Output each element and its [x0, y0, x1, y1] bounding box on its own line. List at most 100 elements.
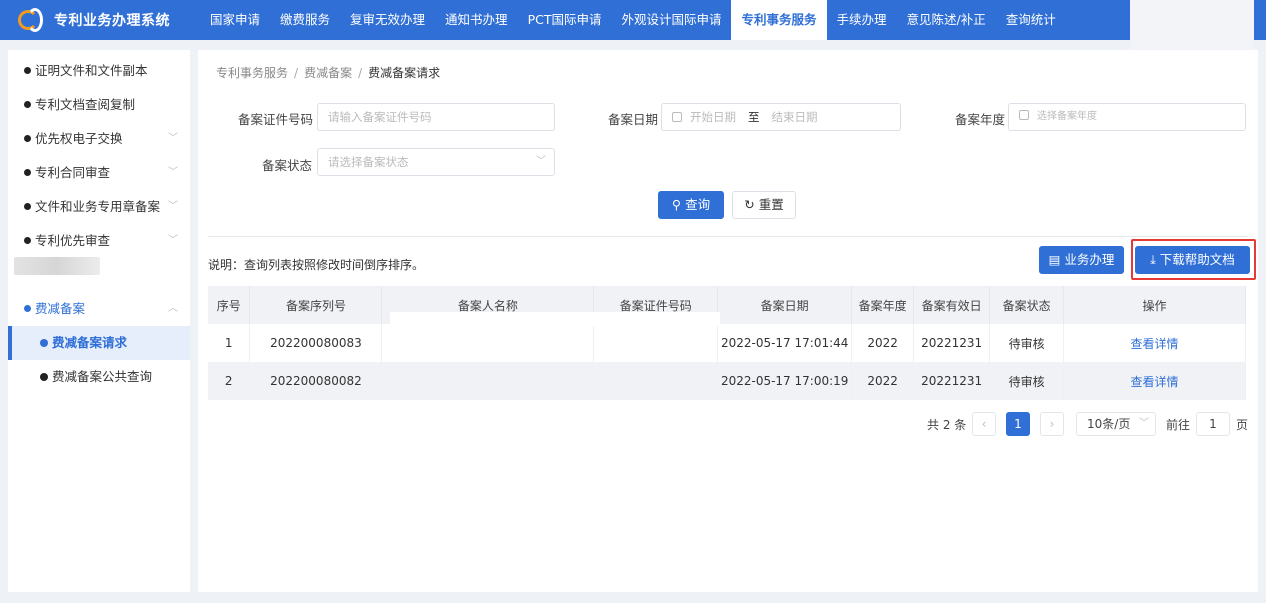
next-page-button[interactable]: › — [1040, 412, 1064, 436]
breadcrumb-level-2[interactable]: 费减备案 — [304, 66, 352, 80]
calendar-icon — [1019, 110, 1029, 120]
cell-name — [381, 324, 595, 362]
document-icon: ▤ — [1048, 252, 1061, 267]
cell-serial: 202200080082 — [249, 362, 383, 400]
view-details-link[interactable]: 查看详情 — [1063, 324, 1246, 362]
chevron-down-icon: ﹀ — [168, 201, 178, 212]
breadcrumb-current: 费减备案请求 — [368, 66, 441, 80]
top-nav-bar: 专利业务办理系统 国家申请 缴费服务 复审无效办理 通知书办理 PCT国际申请 … — [0, 0, 1266, 64]
filing-status-label: 备案状态 — [262, 158, 313, 173]
main-panel: 专利事务服务 / 费减备案 / 费减备案请求 备案证件号码 请输入备案证件号码 备案日期… — [198, 50, 1258, 592]
col-header-index: 序号 — [208, 286, 251, 324]
chevron-right-icon: › — [1049, 417, 1055, 431]
nav-item-pct[interactable]: PCT国际申请 — [518, 0, 612, 40]
cell-serial: 202200080083 — [249, 324, 383, 362]
bullet-icon — [24, 305, 31, 312]
search-icon: ⚲ — [671, 197, 682, 212]
nav-item-query-stats[interactable]: 查询统计 — [996, 0, 1066, 40]
sidebar-subitem-fee-reduction-public-query[interactable]: 费减备案公共查询 — [8, 360, 190, 394]
page-number-button[interactable]: 1 — [1006, 412, 1030, 436]
cell-date: 2022-05-17 17:00:19 — [717, 362, 853, 400]
nav-item-design-intl[interactable]: 外观设计国际申请 — [611, 0, 731, 40]
sidebar-item-priority-exchange[interactable]: 优先权电子交换 ﹀ — [8, 122, 190, 156]
sidebar-subitem-fee-reduction-request[interactable]: 费减备案请求 — [8, 326, 190, 360]
bullet-icon — [24, 67, 31, 74]
chevron-down-icon: ﹀ — [168, 167, 178, 178]
col-header-status: 备案状态 — [989, 286, 1065, 324]
nav-item-notice[interactable]: 通知书办理 — [435, 0, 518, 40]
chevron-down-icon: ﹀ — [536, 156, 546, 167]
col-header-serial: 备案序列号 — [249, 286, 383, 324]
logo-icon — [18, 7, 46, 33]
nav-item-procedures[interactable]: 手续办理 — [827, 0, 897, 40]
cell-name — [381, 362, 595, 400]
chevron-down-icon: ﹀ — [168, 133, 178, 144]
main-nav: 国家申请 缴费服务 复审无效办理 通知书办理 PCT国际申请 外观设计国际申请 … — [200, 0, 1066, 40]
process-business-button[interactable]: ▤ 业务办理 — [1039, 246, 1124, 274]
sidebar-item-certificates[interactable]: 证明文件和文件副本 — [8, 54, 190, 88]
app-title: 专利业务办理系统 — [54, 13, 170, 29]
section-divider — [208, 236, 1248, 237]
nav-item-patent-affairs[interactable]: 专利事务服务 — [731, 0, 827, 40]
table-row: 2 202200080082 2022-05-17 17:00:19 2022 … — [208, 362, 1246, 400]
cell-valid-date: 20221231 — [913, 324, 991, 362]
col-header-valid-date: 备案有效日 — [913, 286, 991, 324]
bullet-icon — [24, 237, 31, 244]
chevron-down-icon: ﹀ — [168, 235, 178, 246]
prev-page-button[interactable]: ‹ — [972, 412, 996, 436]
masked-sidebar-item — [14, 257, 100, 275]
filing-date-range-input[interactable]: 开始日期至结束日期 — [661, 103, 901, 131]
cell-date: 2022-05-17 17:01:44 — [717, 324, 853, 362]
cell-year: 2022 — [851, 362, 915, 400]
cell-status: 待审核 — [989, 324, 1065, 362]
pagination-total: 共 2 条 — [927, 418, 967, 432]
col-header-date: 备案日期 — [717, 286, 853, 324]
sort-note: 说明：查询列表按照修改时间倒序排序。 — [208, 258, 425, 272]
col-header-operation: 操作 — [1063, 286, 1246, 324]
cell-valid-date: 20221231 — [913, 362, 991, 400]
page-unit-label: 页 — [1236, 418, 1249, 432]
sidebar-group-fee-reduction[interactable]: 费减备案 ︿ — [8, 292, 190, 326]
view-details-link[interactable]: 查看详情 — [1063, 362, 1246, 400]
table-row: 1 202200080083 2022-05-17 17:01:44 2022 … — [208, 324, 1246, 362]
filing-year-label: 备案年度 — [955, 112, 1006, 127]
sidebar-item-contract-review[interactable]: 专利合同审查 ﹀ — [8, 156, 190, 190]
nav-item-fee-service[interactable]: 缴费服务 — [270, 0, 340, 40]
app-logo[interactable]: 专利业务办理系统 — [18, 6, 170, 34]
cell-index: 1 — [208, 324, 251, 362]
bullet-icon — [24, 203, 31, 210]
filing-table: 序号 备案序列号 备案人名称 备案证件号码 备案日期 备案年度 备案有效日 备案… — [208, 286, 1246, 400]
bullet-icon — [40, 339, 48, 347]
calendar-icon — [672, 112, 682, 122]
page-size-select[interactable]: 10条/页 ﹀ — [1076, 412, 1156, 436]
highlight-annotation — [1131, 239, 1256, 280]
breadcrumb: 专利事务服务 / 费减备案 / 费减备案请求 — [216, 66, 441, 80]
filing-date-label: 备案日期 — [608, 112, 659, 127]
bullet-icon — [40, 373, 48, 381]
nav-item-opinion[interactable]: 意见陈述/补正 — [897, 0, 996, 40]
table-header-row: 序号 备案序列号 备案人名称 备案证件号码 备案日期 备案年度 备案有效日 备案… — [208, 286, 1246, 324]
filing-year-input[interactable]: 选择备案年度 — [1008, 103, 1246, 131]
breadcrumb-level-1[interactable]: 专利事务服务 — [216, 66, 288, 80]
bullet-icon — [24, 101, 31, 108]
cell-cert — [593, 324, 719, 362]
refresh-icon: ↻ — [744, 197, 755, 212]
nav-item-national-application[interactable]: 国家申请 — [200, 0, 270, 40]
nav-item-reexamination[interactable]: 复审无效办理 — [340, 0, 435, 40]
cert-number-input[interactable]: 请输入备案证件号码 — [317, 103, 555, 131]
reset-button[interactable]: ↻ 重置 — [732, 191, 796, 219]
search-button[interactable]: ⚲ 查询 — [658, 191, 724, 219]
sidebar-item-seal-filing[interactable]: 文件和业务专用章备案 ﹀ — [8, 190, 190, 224]
chevron-up-icon: ︿ — [168, 303, 178, 314]
bullet-icon — [24, 169, 31, 176]
bullet-icon — [24, 135, 31, 142]
sidebar-item-priority-examination[interactable]: 专利优先审查 ﹀ — [8, 224, 190, 258]
filing-status-select[interactable]: 请选择备案状态 ﹀ — [317, 148, 555, 176]
col-header-year: 备案年度 — [851, 286, 915, 324]
sidebar: 证明文件和文件副本 专利文档查阅复制 优先权电子交换 ﹀ 专利合同审查 ﹀ 文件和业… — [8, 50, 190, 592]
goto-page-input[interactable]: 1 — [1196, 412, 1230, 436]
cell-year: 2022 — [851, 324, 915, 362]
cell-index: 2 — [208, 362, 251, 400]
sidebar-item-doc-copy[interactable]: 专利文档查阅复制 — [8, 88, 190, 122]
chevron-down-icon: ﹀ — [1139, 418, 1149, 429]
